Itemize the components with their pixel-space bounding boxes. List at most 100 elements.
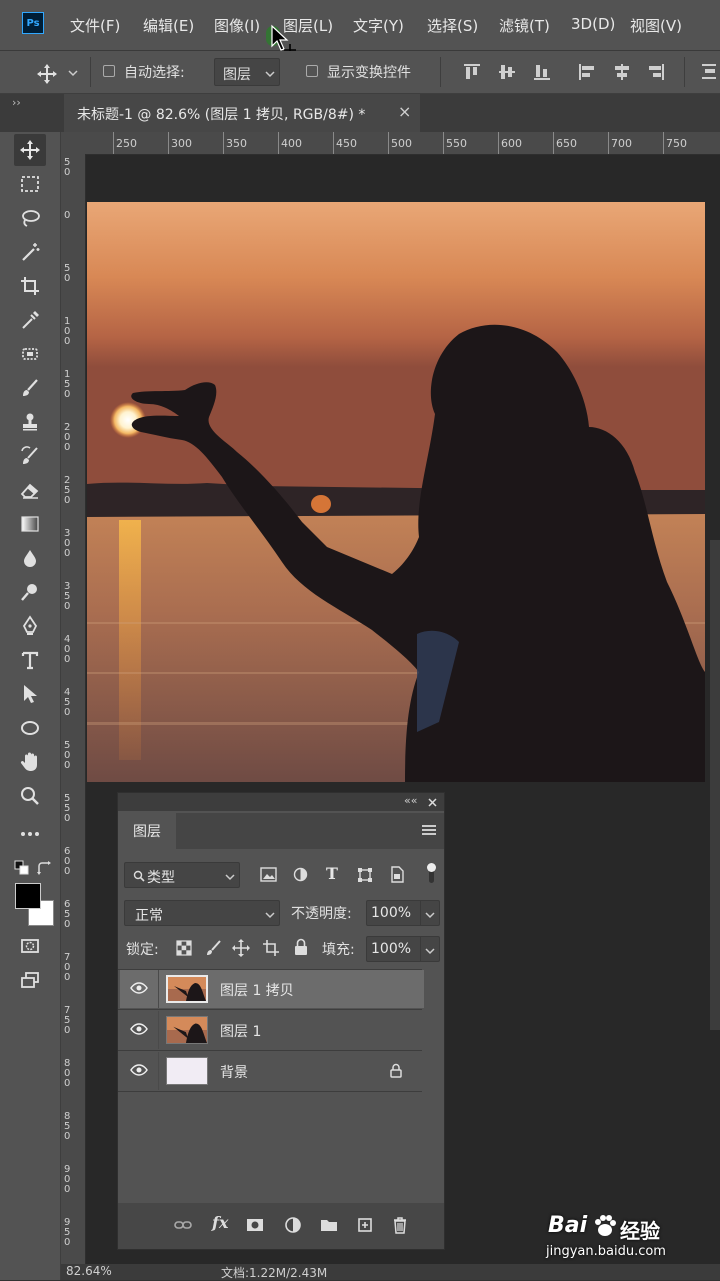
foreground-color-swatch[interactable] <box>15 883 41 909</box>
zoom-tool[interactable] <box>14 780 46 812</box>
layers-panel-titlebar[interactable]: «« <box>118 793 444 811</box>
crop-tool[interactable] <box>14 270 46 302</box>
filter-shape-icon[interactable] <box>357 867 373 883</box>
eye-icon[interactable] <box>130 1022 148 1036</box>
blur-tool[interactable] <box>14 542 46 574</box>
delete-layer-icon[interactable] <box>391 1216 409 1234</box>
add-mask-icon[interactable] <box>246 1216 264 1234</box>
ruler-tick <box>553 132 554 154</box>
filter-smart-object-icon[interactable] <box>390 866 404 883</box>
lock-transparent-icon[interactable] <box>176 940 192 956</box>
menu-file[interactable]: 文件(F) <box>70 15 120 36</box>
zoom-level[interactable]: 82.64% <box>66 1264 112 1278</box>
lock-pixels-icon[interactable] <box>204 939 222 957</box>
type-tool[interactable] <box>14 644 46 676</box>
layer-name: 背景 <box>220 1065 248 1081</box>
lock-position-icon[interactable] <box>232 939 250 957</box>
document-tab[interactable]: 未标题-1 @ 82.6% (图层 1 拷贝, RGB/8#) * × <box>64 94 420 132</box>
document-image[interactable] <box>87 202 705 782</box>
auto-select-checkbox[interactable] <box>103 65 115 77</box>
dodge-tool[interactable] <box>14 576 46 608</box>
arrow-cursor-icon <box>24 685 37 703</box>
auto-select-dropdown[interactable]: 图层 <box>214 58 280 86</box>
collapse-panel-icon[interactable]: «« <box>404 794 417 807</box>
collapse-toolbar-icon[interactable]: ›› <box>12 96 21 109</box>
healing-brush-tool[interactable] <box>14 338 46 370</box>
default-colors-icon[interactable] <box>14 860 30 876</box>
filter-adjustment-icon[interactable] <box>293 867 308 882</box>
blend-mode-dropdown[interactable]: 正常 <box>124 900 280 926</box>
lasso-tool[interactable] <box>14 202 46 234</box>
rect-marquee-icon <box>21 176 39 192</box>
screen-mode-button[interactable] <box>14 964 46 996</box>
pen-tool[interactable] <box>14 610 46 642</box>
lock-all-icon[interactable] <box>294 938 308 956</box>
ruler-tick-label: 400 <box>281 137 302 150</box>
show-transform-checkbox[interactable] <box>306 65 318 77</box>
close-panel-icon[interactable] <box>428 798 437 807</box>
fx-icon[interactable]: fx <box>212 1213 228 1232</box>
ellipse-tool[interactable] <box>14 712 46 744</box>
panel-menu-icon[interactable] <box>422 824 436 836</box>
swap-colors-icon[interactable] <box>36 860 52 876</box>
menu-image[interactable]: 图像(I) <box>214 15 260 36</box>
align-vcenter-icon[interactable] <box>498 63 516 81</box>
eraser-tool[interactable] <box>14 474 46 506</box>
menu-filter[interactable]: 滤镜(T) <box>499 15 550 36</box>
align-bottom-icon[interactable] <box>533 63 551 81</box>
layer-row-copy[interactable]: 图层 1 拷贝 <box>120 970 424 1008</box>
opacity-field[interactable]: 100% <box>366 900 440 926</box>
path-selection-tool[interactable] <box>14 678 46 710</box>
chevron-down-icon[interactable] <box>68 69 78 77</box>
layer-thumbnail <box>166 1016 208 1044</box>
move-tool-icon[interactable] <box>36 63 58 85</box>
move-tool[interactable] <box>14 134 46 166</box>
canvas-scrollbar[interactable] <box>710 540 720 1030</box>
align-hcenter-icon[interactable] <box>613 63 631 81</box>
layer-filter-dropdown[interactable]: 类型 <box>124 862 240 888</box>
marquee-tool[interactable] <box>14 168 46 200</box>
align-right-icon[interactable] <box>647 63 665 81</box>
hand-icon <box>20 752 37 771</box>
new-group-icon[interactable] <box>320 1216 338 1234</box>
magic-wand-tool[interactable] <box>14 236 46 268</box>
lock-artboard-icon[interactable] <box>262 939 280 957</box>
opacity-value[interactable]: 100% <box>371 905 411 921</box>
eye-icon[interactable] <box>130 1063 148 1077</box>
brush-tool[interactable] <box>14 372 46 404</box>
menu-edit[interactable]: 编辑(E) <box>143 15 194 36</box>
fill-value[interactable]: 100% <box>371 941 411 957</box>
fill-field[interactable]: 100% <box>366 936 440 962</box>
ruler-tick-label: 500 <box>391 137 412 150</box>
close-tab-icon[interactable]: × <box>398 102 411 121</box>
ruler-tick-label: 350 <box>64 581 71 612</box>
distribute-icon[interactable] <box>700 63 718 81</box>
menu-view[interactable]: 视图(V) <box>630 15 682 36</box>
align-left-icon[interactable] <box>578 63 596 81</box>
ellipse-icon <box>21 721 39 735</box>
menu-type[interactable]: 文字(Y) <box>353 15 404 36</box>
more-tools[interactable] <box>14 818 46 850</box>
eyedropper-tool[interactable] <box>14 304 46 336</box>
type-icon <box>21 651 39 670</box>
eye-icon[interactable] <box>130 981 148 995</box>
new-layer-icon[interactable] <box>356 1216 374 1234</box>
layer-row-1[interactable]: 图层 1 <box>120 1011 424 1049</box>
link-layers-icon[interactable] <box>174 1216 192 1234</box>
tab-layers[interactable]: 图层 <box>118 813 176 849</box>
hand-tool[interactable] <box>14 746 46 778</box>
filter-toggle[interactable] <box>426 861 438 887</box>
clone-stamp-tool[interactable] <box>14 406 46 438</box>
history-brush-tool[interactable] <box>14 440 46 472</box>
adjustment-layer-icon[interactable] <box>284 1216 302 1234</box>
ruler-tick-label: 100 <box>64 316 71 347</box>
quick-mask-button[interactable] <box>14 930 46 962</box>
document-size: 文档:1.22M/2.43M <box>221 1266 328 1280</box>
menu-select[interactable]: 选择(S) <box>427 15 478 36</box>
menu-3d[interactable]: 3D(D) <box>571 15 615 33</box>
align-top-icon[interactable] <box>463 63 481 81</box>
filter-type-icon[interactable]: T <box>326 864 338 883</box>
filter-pixel-icon[interactable] <box>260 867 277 882</box>
gradient-tool[interactable] <box>14 508 46 540</box>
layer-row-background[interactable]: 背景 <box>120 1052 424 1090</box>
